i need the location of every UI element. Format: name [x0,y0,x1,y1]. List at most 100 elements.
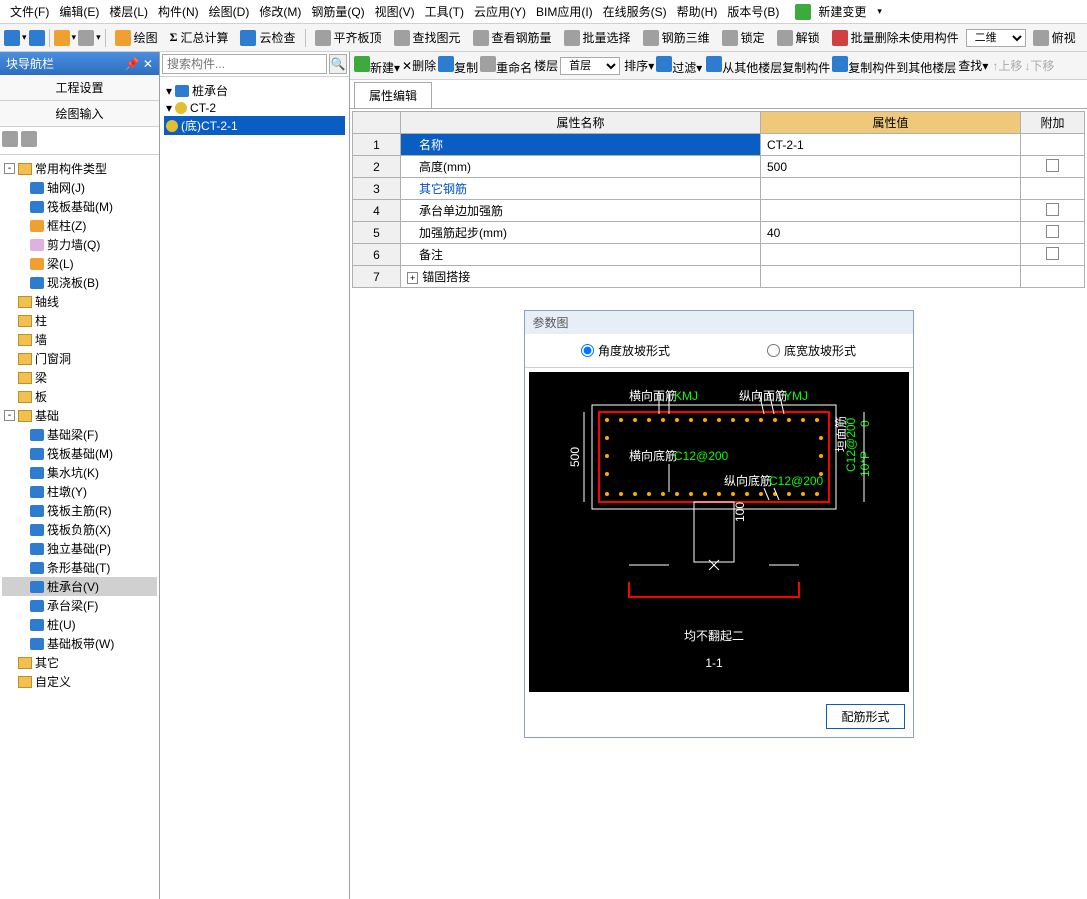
batch-select-button[interactable]: 批量选择 [559,27,636,48]
tab-drawing-input[interactable]: 绘图输入 [0,101,159,127]
overlook-button[interactable]: 俯视 [1028,27,1081,48]
prop-name-cell[interactable]: +锚固搭接 [401,266,761,288]
property-table: 属性名称属性值附加 1名称CT-2-1 2高度(mm)500 3其它钢筋 4承台… [352,111,1085,288]
checkbox[interactable] [1046,203,1059,216]
sum-button[interactable]: Σ汇总计算 [165,27,234,48]
checkbox[interactable] [1046,247,1059,260]
rebar-3d-button[interactable]: 钢筋三维 [638,27,715,48]
capbeam-icon [30,600,44,612]
copyfrom-icon [706,56,722,72]
pier-icon [30,486,44,498]
overlook-icon [1033,30,1049,46]
prop-name-cell[interactable]: 备注 [401,244,761,266]
prop-value-cell[interactable]: 40 [761,222,1021,244]
prop-name-cell[interactable]: 加强筋起步(mm) [401,222,761,244]
menu-bim[interactable]: BIM应用(I) [532,1,597,22]
menu-online[interactable]: 在线服务(S) [599,1,671,22]
tab-project-settings[interactable]: 工程设置 [0,75,159,101]
checkbox[interactable] [1046,159,1059,172]
filter-button[interactable]: 过滤▾ [656,56,702,76]
svg-text:100: 100 [733,502,747,522]
search-button[interactable]: 🔍 [329,54,347,74]
prop-name-cell[interactable]: 名称 [401,134,761,156]
save-icon[interactable] [29,30,45,46]
search-input[interactable] [162,54,327,74]
find-button[interactable]: 查找▾ [958,57,988,74]
copy-button[interactable]: 复制 [438,56,478,76]
new-icon [354,56,370,72]
prop-name-cell[interactable]: 承台单边加强筋 [401,200,761,222]
slab-icon [30,277,44,289]
floor-select[interactable]: 首层 [560,57,620,75]
instance-tree[interactable]: ▾桩承台 ▾CT-2 (底)CT-2-1 [160,77,349,899]
filter-icon [656,56,672,72]
cloud-check-button[interactable]: 云检查 [235,27,300,48]
prop-name-cell[interactable]: 其它钢筋 [401,178,761,200]
radio-width-slope[interactable]: 底宽放坡形式 [767,342,856,359]
menu-component[interactable]: 构件(N) [154,1,203,22]
column-icon [30,220,44,232]
flat-top-button[interactable]: 平齐板顶 [310,27,387,48]
pencil-icon [115,30,131,46]
find-element-button[interactable]: 查找图元 [389,27,466,48]
tab-property-edit[interactable]: 属性编辑 [354,82,432,108]
draw-button[interactable]: 绘图 [110,27,163,48]
menu-file[interactable]: 文件(F) [6,1,53,22]
pilecap-icon [30,581,44,593]
prop-value-cell[interactable] [761,266,1021,288]
menu-view[interactable]: 视图(V) [371,1,419,22]
copyto-icon [832,56,848,72]
navigation-panel: 块导航栏 📌 ✕ 工程设置 绘图输入 -常用构件类型 轴网(J) 筏板基础(M)… [0,52,160,899]
menu-edit[interactable]: 编辑(E) [55,1,103,22]
component-list-panel: 🔍 ▾桩承台 ▾CT-2 (底)CT-2-1 [160,52,350,899]
prop-value-cell[interactable] [761,178,1021,200]
prop-value-cell[interactable] [761,200,1021,222]
prop-value-cell[interactable] [761,244,1021,266]
checkbox[interactable] [1046,225,1059,238]
move-down-button[interactable]: ↓下移 [1024,57,1054,74]
rename-button[interactable]: 重命名 [480,56,532,76]
menu-cloud[interactable]: 云应用(Y) [470,1,530,22]
menu-tools[interactable]: 工具(T) [421,1,468,22]
param-title: 参数图 [525,311,913,334]
lock-button[interactable]: 锁定 [717,27,770,48]
svg-text:横向面筋: 横向面筋 [629,388,677,403]
batch-delete-button[interactable]: 批量删除未使用构件 [827,27,964,48]
menu-help[interactable]: 帮助(H) [673,1,722,22]
redo-icon[interactable] [78,30,94,46]
grid-icon [30,182,44,194]
lock-icon [722,30,738,46]
tree-pile-cap[interactable]: 桩承台(V) [2,577,157,596]
new-button[interactable]: 新建▾ [354,56,400,76]
menu-modify[interactable]: 修改(M) [255,1,305,22]
copy-to-floor-button[interactable]: 复制构件到其他楼层 [832,56,956,76]
undo-icon[interactable] [54,30,70,46]
delete-button[interactable]: ✕删除 [402,57,436,74]
move-up-button[interactable]: ↑上移 [992,57,1022,74]
component-tree[interactable]: -常用构件类型 轴网(J) 筏板基础(M) 框柱(Z) 剪力墙(Q) 梁(L) … [0,155,159,899]
menu-floor[interactable]: 楼层(L) [105,1,152,22]
open-icon[interactable] [4,30,20,46]
sort-button[interactable]: 排序▾ [624,57,654,74]
new-change-button[interactable]: 新建变更▾ [791,0,890,24]
magnifier-icon: 🔍 [331,57,346,71]
prop-name-cell[interactable]: 高度(mm) [401,156,761,178]
rebar-form-button[interactable]: 配筋形式 [826,704,904,729]
unlock-button[interactable]: 解锁 [772,27,825,48]
menu-rebar[interactable]: 钢筋量(Q) [307,1,368,22]
instance-selected[interactable]: (底)CT-2-1 [164,116,345,135]
view-mode-select[interactable]: 二维 [966,29,1026,47]
prop-value-cell[interactable]: 500 [761,156,1021,178]
menu-draw[interactable]: 绘图(D) [205,1,254,22]
pin-icon[interactable]: 📌 ✕ [125,57,153,71]
radio-angle-slope[interactable]: 角度放坡形式 [581,342,670,359]
menu-version[interactable]: 版本号(B) [723,1,783,22]
svg-text:YMJ: YMJ [784,389,808,403]
prop-value-cell[interactable]: CT-2-1 [761,134,1021,156]
tree-icon[interactable] [2,131,18,147]
view-rebar-button[interactable]: 查看钢筋量 [468,27,557,48]
svg-text:1-1: 1-1 [705,656,723,670]
tree-icon2[interactable] [21,131,37,147]
beam-icon [30,258,44,270]
copy-from-floor-button[interactable]: 从其他楼层复制构件 [706,56,830,76]
